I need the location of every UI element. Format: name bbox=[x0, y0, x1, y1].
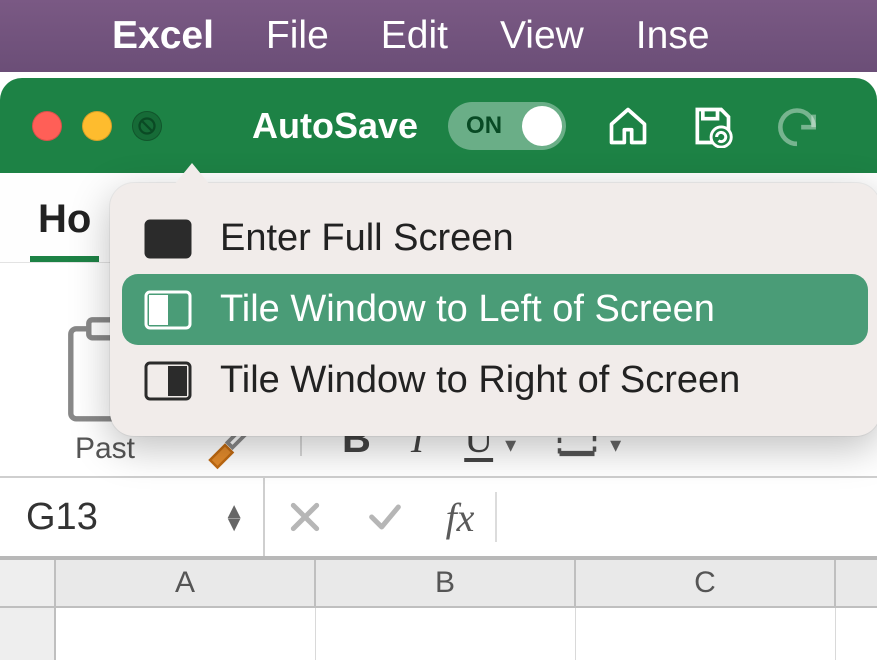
name-box-stepper[interactable]: ▲▼ bbox=[223, 504, 245, 530]
col-header-a[interactable]: A bbox=[56, 560, 316, 606]
menubar-item-edit[interactable]: Edit bbox=[381, 14, 448, 58]
formula-bar: G13 ▲▼ fx bbox=[0, 478, 877, 560]
popover-pointer bbox=[174, 163, 210, 185]
menubar-item-insert[interactable]: Inse bbox=[636, 14, 710, 58]
menubar-item-view[interactable]: View bbox=[500, 14, 584, 58]
window-titlebar: AutoSave ON bbox=[0, 78, 877, 173]
autosave-state-text: ON bbox=[466, 112, 502, 140]
menubar-item-file[interactable]: File bbox=[266, 14, 329, 58]
cell[interactable] bbox=[56, 608, 316, 660]
no-entry-icon bbox=[138, 117, 156, 135]
popover-item-tile-right[interactable]: Tile Window to Right of Screen bbox=[122, 345, 868, 416]
autosave-toggle[interactable]: ON bbox=[448, 102, 566, 150]
name-box[interactable]: G13 ▲▼ bbox=[0, 478, 265, 556]
window-zoom-button[interactable] bbox=[132, 111, 162, 141]
undo-icon bbox=[772, 98, 822, 148]
window-minimize-button[interactable] bbox=[82, 111, 112, 141]
select-all-corner[interactable] bbox=[0, 560, 56, 606]
fullscreen-icon bbox=[144, 219, 192, 259]
ribbon-tab-home[interactable]: Ho bbox=[30, 187, 99, 262]
popover-item-fullscreen[interactable]: Enter Full Screen bbox=[122, 203, 868, 274]
tile-right-icon bbox=[144, 361, 192, 401]
col-header-b[interactable]: B bbox=[316, 560, 576, 606]
cell[interactable] bbox=[576, 608, 836, 660]
popover-item-label: Tile Window to Left of Screen bbox=[220, 288, 715, 331]
traffic-lights bbox=[32, 111, 162, 141]
tile-left-icon bbox=[144, 290, 192, 330]
home-icon bbox=[606, 104, 650, 148]
window-close-button[interactable] bbox=[32, 111, 62, 141]
toggle-knob bbox=[522, 106, 562, 146]
cell[interactable] bbox=[316, 608, 576, 660]
popover-item-tile-left[interactable]: Tile Window to Left of Screen bbox=[122, 274, 868, 345]
sheet-row bbox=[0, 608, 877, 660]
undo-button[interactable] bbox=[772, 98, 822, 153]
underline-dropdown[interactable]: ▾ bbox=[505, 432, 516, 462]
row-header[interactable] bbox=[0, 608, 56, 660]
popover-item-label: Tile Window to Right of Screen bbox=[220, 359, 740, 402]
macos-menubar: Excel File Edit View Inse bbox=[0, 0, 877, 72]
formula-cancel-button[interactable] bbox=[265, 497, 345, 537]
name-box-value: G13 bbox=[26, 496, 98, 539]
formula-separator bbox=[495, 492, 497, 542]
formula-confirm-button[interactable] bbox=[345, 497, 425, 537]
autosave-label: AutoSave bbox=[252, 105, 418, 147]
popover-item-label: Enter Full Screen bbox=[220, 217, 514, 260]
paste-label: Past bbox=[75, 432, 135, 466]
col-header-c[interactable]: C bbox=[576, 560, 836, 606]
home-button[interactable] bbox=[606, 104, 650, 148]
check-icon bbox=[365, 497, 405, 537]
window-zoom-popover: Enter Full Screen Tile Window to Left of… bbox=[110, 183, 877, 436]
x-icon bbox=[285, 497, 325, 537]
save-button[interactable] bbox=[690, 104, 734, 148]
borders-dropdown[interactable]: ▾ bbox=[610, 432, 621, 462]
fx-button[interactable]: fx bbox=[425, 494, 495, 541]
column-headers: A B C bbox=[0, 560, 877, 608]
menubar-app-name[interactable]: Excel bbox=[112, 14, 214, 58]
save-sync-icon bbox=[690, 104, 734, 148]
